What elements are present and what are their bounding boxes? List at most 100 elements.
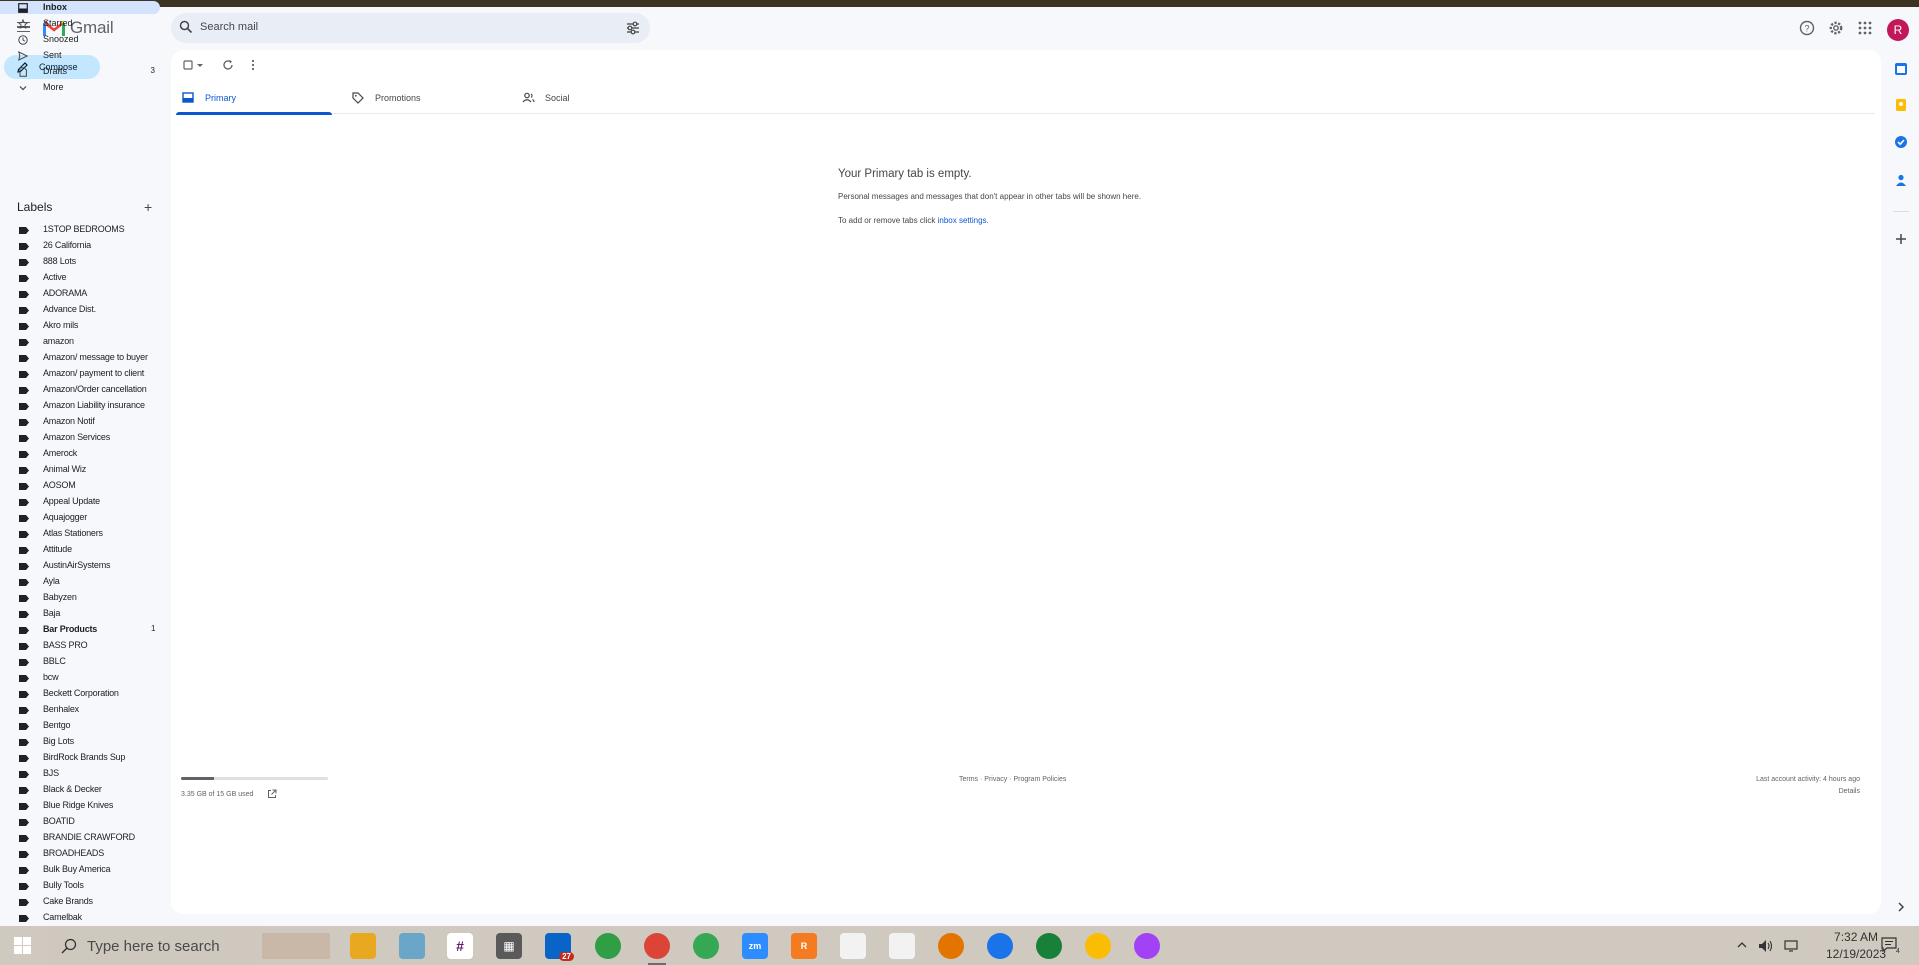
label-item[interactable]: Big Lots bbox=[0, 735, 160, 748]
activity-details-link[interactable]: Details bbox=[1756, 788, 1860, 795]
sidebar-item-inbox[interactable]: Inbox bbox=[0, 1, 160, 14]
chart-app-icon[interactable] bbox=[840, 933, 866, 959]
label-item[interactable]: Advance Dist. bbox=[0, 303, 160, 316]
label-item[interactable]: Baja bbox=[0, 607, 160, 620]
label-item[interactable]: bcw bbox=[0, 671, 160, 684]
label-item[interactable]: Bar Products 1 bbox=[0, 623, 160, 636]
footer-policy-links[interactable]: Terms · Privacy · Program Policies bbox=[959, 776, 1066, 783]
slack-icon[interactable]: # bbox=[447, 933, 473, 959]
chrome-profile-icon[interactable] bbox=[644, 933, 670, 965]
label-item[interactable]: Amazon/Order cancellation bbox=[0, 383, 160, 396]
chrome-icon[interactable] bbox=[595, 933, 621, 959]
tab-social[interactable]: Social bbox=[516, 79, 672, 114]
expand-side-panel-icon[interactable] bbox=[1894, 900, 1908, 914]
label-item[interactable]: Amazon Liability insurance bbox=[0, 399, 160, 412]
label-item[interactable]: 1STOP BEDROOMS bbox=[0, 223, 160, 236]
label-item[interactable]: Amazon Notif bbox=[0, 415, 160, 428]
chrome-profile-5-icon[interactable] bbox=[1085, 933, 1111, 959]
add-addon-icon[interactable] bbox=[1894, 232, 1908, 246]
search-input[interactable]: Search mail bbox=[200, 21, 258, 33]
label-item[interactable]: Amerock bbox=[0, 447, 160, 460]
label-item[interactable]: amazon bbox=[0, 335, 160, 348]
label-item[interactable]: BOATID bbox=[0, 815, 160, 828]
account-avatar[interactable]: R bbox=[1887, 19, 1909, 41]
windows-start-icon[interactable] bbox=[14, 937, 31, 954]
sidebar-item-more[interactable]: More bbox=[0, 81, 160, 94]
network-icon[interactable] bbox=[1783, 939, 1801, 953]
label-item[interactable]: Attitude bbox=[0, 543, 160, 556]
notes-app-icon[interactable] bbox=[399, 933, 425, 959]
search-bar[interactable]: Search mail bbox=[171, 13, 650, 43]
more-vert-icon[interactable] bbox=[250, 59, 256, 71]
chrome-profile-2-icon[interactable] bbox=[938, 933, 964, 959]
label-item[interactable]: BBLC bbox=[0, 655, 160, 668]
label-item[interactable]: BJS bbox=[0, 767, 160, 780]
zoom-icon[interactable]: zm bbox=[742, 933, 768, 959]
label-item[interactable]: Aquajogger bbox=[0, 511, 160, 524]
volume-icon[interactable] bbox=[1758, 939, 1774, 953]
label-item[interactable]: Amazon/ payment to client bbox=[0, 367, 160, 380]
label-item[interactable]: Benhalex bbox=[0, 703, 160, 716]
r-app-icon[interactable]: R bbox=[791, 933, 817, 959]
label-item[interactable]: Blue Ridge Knives bbox=[0, 799, 160, 812]
file-explorer-icon[interactable] bbox=[350, 933, 376, 959]
chrome-profile-k-icon[interactable] bbox=[693, 933, 719, 959]
chrome-profile-6-icon[interactable] bbox=[1134, 933, 1160, 959]
calculator-icon[interactable]: ▦ bbox=[496, 933, 522, 959]
sidebar-item-drafts[interactable]: Drafts 3 bbox=[0, 65, 160, 78]
chrome-profile-4-icon[interactable] bbox=[1036, 933, 1062, 959]
keep-icon[interactable] bbox=[1894, 98, 1908, 112]
sidebar-item-starred[interactable]: Starred bbox=[0, 17, 160, 30]
mail-app-icon[interactable]: 27 bbox=[545, 933, 574, 961]
label-item[interactable]: 26 California bbox=[0, 239, 160, 252]
apps-grid-icon[interactable] bbox=[1857, 20, 1873, 36]
taskbar-clock[interactable]: 7:32 AM 12/19/2023 bbox=[1826, 930, 1886, 961]
label-item[interactable]: Babyzen bbox=[0, 591, 160, 604]
label-item[interactable]: 888 Lots bbox=[0, 255, 160, 268]
taskbar-widget-image[interactable] bbox=[262, 933, 330, 959]
tray-chevron-up-icon[interactable] bbox=[1736, 939, 1748, 951]
create-label-button[interactable]: + bbox=[144, 199, 152, 215]
label-item[interactable]: Beckett Corporation bbox=[0, 687, 160, 700]
label-item[interactable]: Akro mils bbox=[0, 319, 160, 332]
label-item[interactable]: Cake Brands bbox=[0, 895, 160, 908]
select-all-checkbox[interactable] bbox=[183, 60, 205, 71]
label-item[interactable]: Amazon Services bbox=[0, 431, 160, 444]
search-icon[interactable] bbox=[179, 20, 193, 34]
label-item[interactable]: Atlas Stationers bbox=[0, 527, 160, 540]
calendar-icon[interactable] bbox=[1894, 62, 1908, 76]
sidebar-item-snoozed[interactable]: Snoozed bbox=[0, 33, 160, 46]
notification-center-icon[interactable]: 4 bbox=[1880, 936, 1900, 954]
label-item[interactable]: Active bbox=[0, 271, 160, 284]
support-icon[interactable]: ? bbox=[1799, 20, 1815, 36]
label-item[interactable]: BASS PRO bbox=[0, 639, 160, 652]
chart-app-2-icon[interactable] bbox=[889, 933, 915, 959]
inbox-settings-link[interactable]: inbox settings bbox=[938, 216, 987, 225]
settings-gear-icon[interactable] bbox=[1828, 20, 1844, 36]
label-item[interactable]: AOSOM bbox=[0, 479, 160, 492]
sidebar-item-sent[interactable]: Sent bbox=[0, 49, 160, 62]
label-item[interactable]: AustinAirSystems bbox=[0, 559, 160, 572]
label-item[interactable]: BRANDIE CRAWFORD bbox=[0, 831, 160, 844]
tab-primary[interactable]: Primary bbox=[176, 79, 332, 115]
refresh-icon[interactable] bbox=[222, 59, 234, 71]
label-item[interactable]: ADORAMA bbox=[0, 287, 160, 300]
chrome-profile-3-icon[interactable] bbox=[987, 933, 1013, 959]
label-item[interactable]: BirdRock Brands Sup bbox=[0, 751, 160, 764]
label-item[interactable]: Amazon/ message to buyer bbox=[0, 351, 160, 364]
label-item[interactable]: Bulk Buy America bbox=[0, 863, 160, 876]
label-item[interactable]: BROADHEADS bbox=[0, 847, 160, 860]
label-item[interactable]: Bentgo bbox=[0, 719, 160, 732]
taskbar-search[interactable]: Type here to search bbox=[49, 926, 259, 965]
open-external-icon[interactable] bbox=[267, 789, 277, 799]
label-item[interactable]: Black & Decker bbox=[0, 783, 160, 796]
label-item[interactable]: Animal Wiz bbox=[0, 463, 160, 476]
label-item[interactable]: Ayla bbox=[0, 575, 160, 588]
search-options-icon[interactable] bbox=[626, 21, 640, 35]
label-item[interactable]: Appeal Update bbox=[0, 495, 160, 508]
tab-promotions[interactable]: Promotions bbox=[346, 79, 502, 114]
label-item[interactable]: Bully Tools bbox=[0, 879, 160, 892]
label-item[interactable]: Camelbak bbox=[0, 911, 160, 924]
contacts-icon[interactable] bbox=[1894, 173, 1908, 187]
tasks-icon[interactable] bbox=[1894, 135, 1908, 149]
